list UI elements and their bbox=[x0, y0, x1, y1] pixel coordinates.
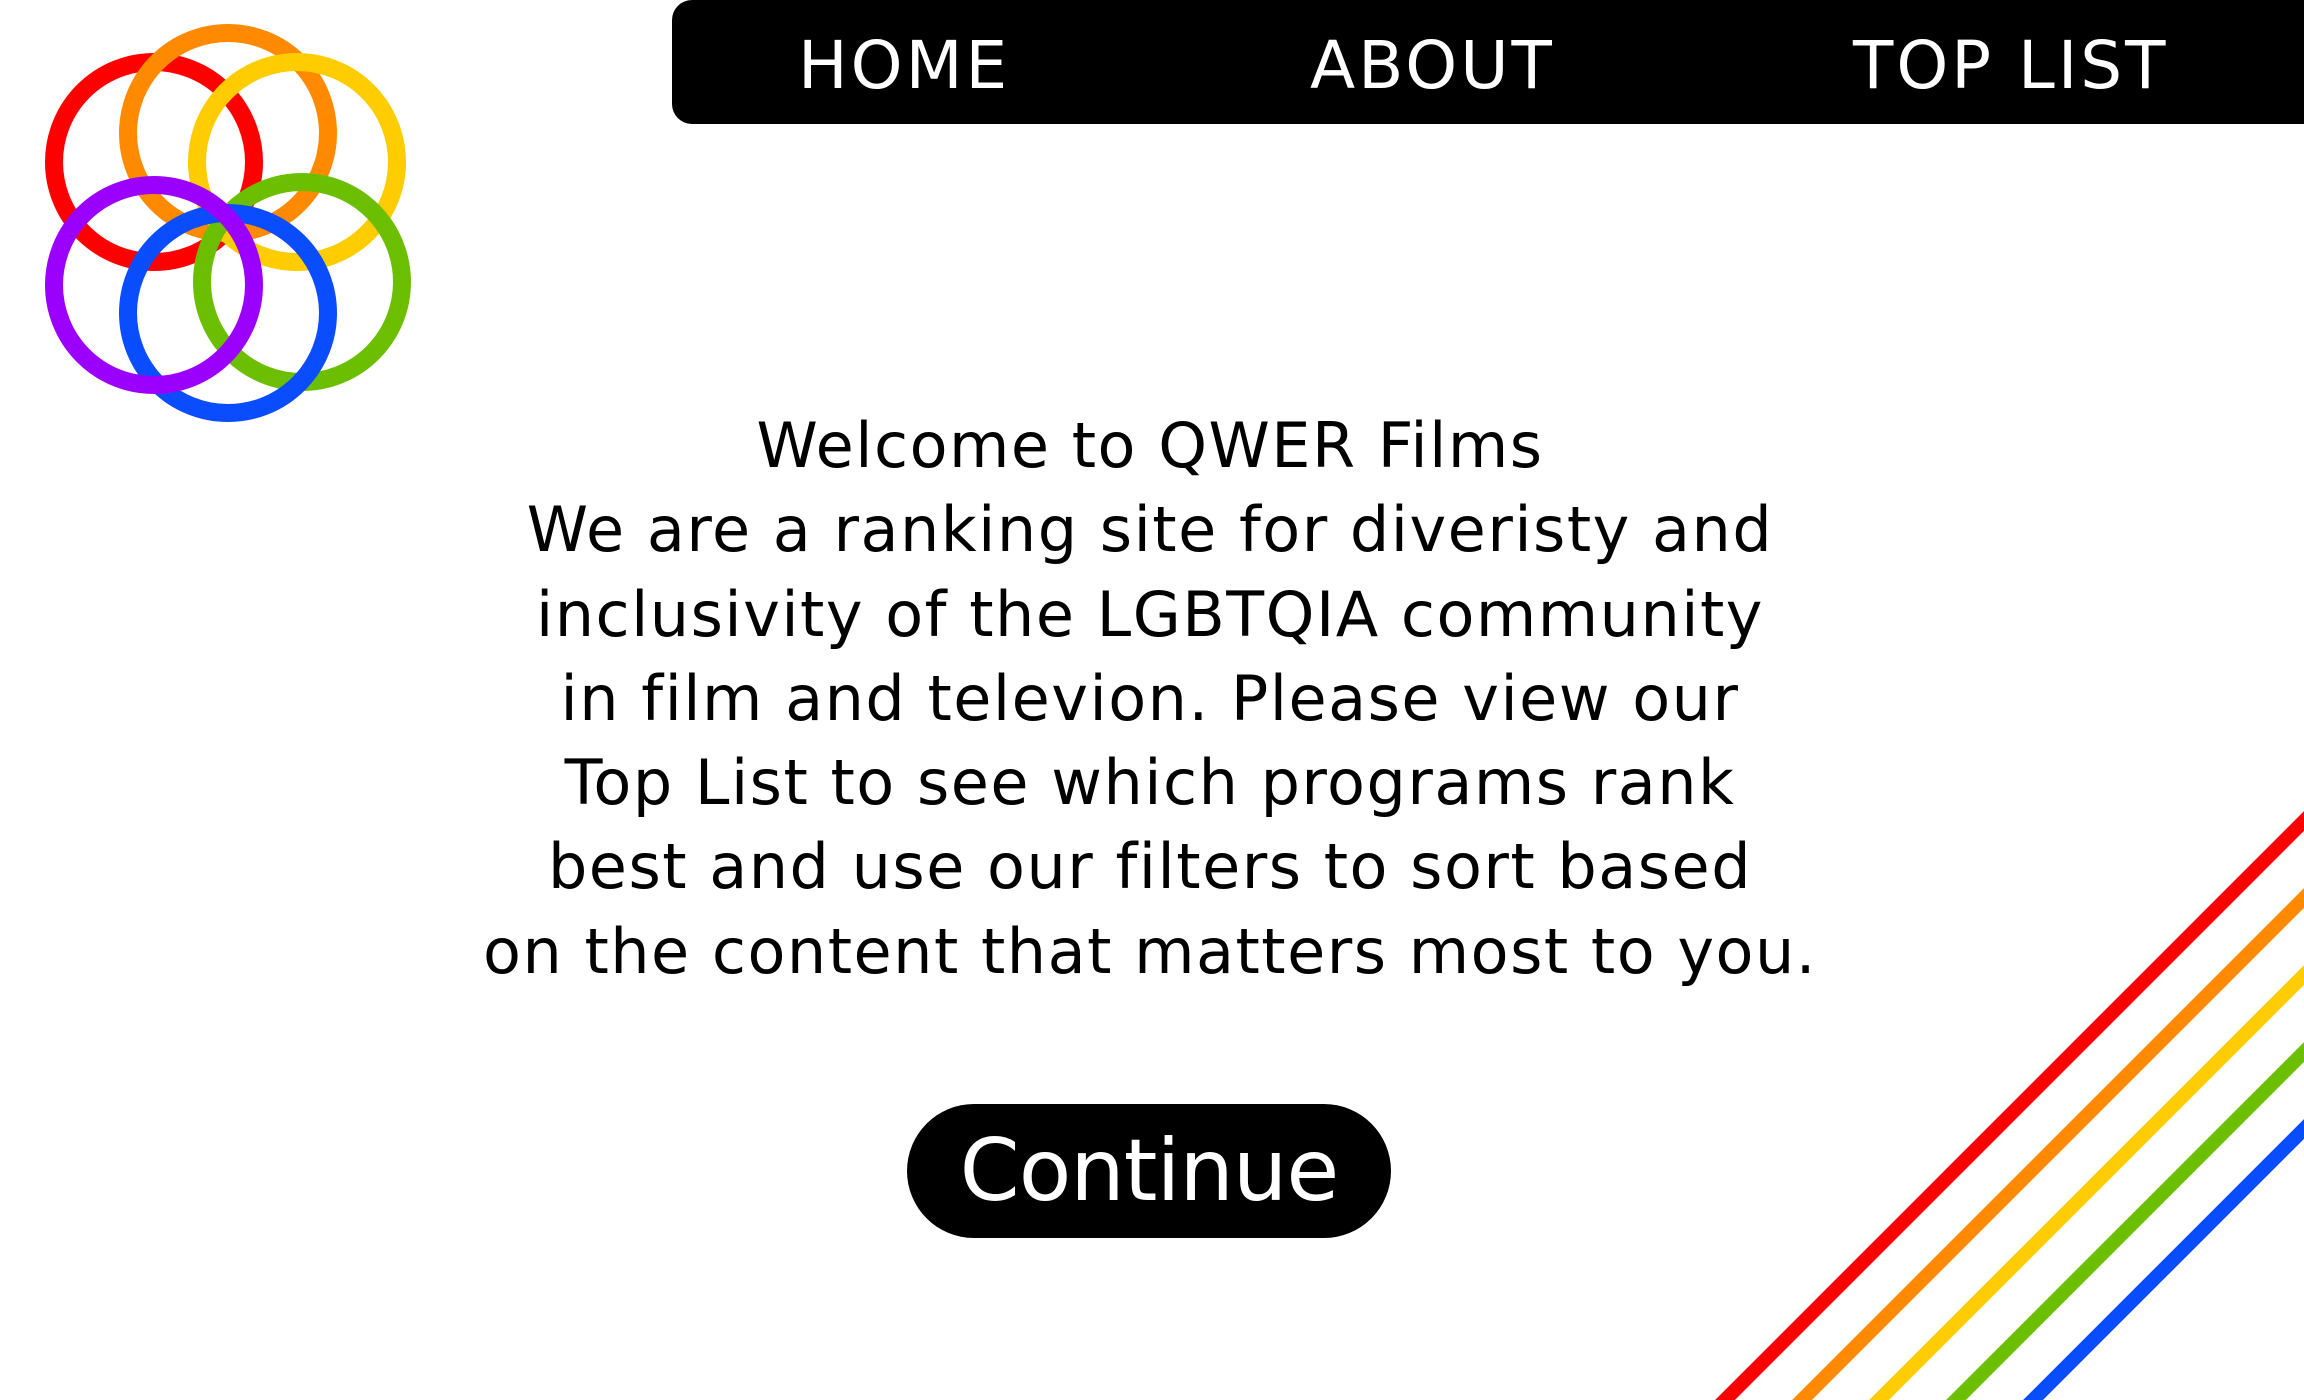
nav-home-link[interactable]: HOME bbox=[798, 0, 1010, 124]
top-navigation-bar: HOME ABOUT TOP LIST bbox=[672, 0, 2304, 124]
welcome-text-line: inclusivity of the LGBTQIA community bbox=[535, 577, 1765, 651]
welcome-message: Welcome to QWER Films We are a ranking s… bbox=[380, 404, 1920, 994]
nav-about-link[interactable]: ABOUT bbox=[1310, 0, 1555, 124]
welcome-heading: Welcome to QWER Films bbox=[756, 409, 1544, 482]
welcome-text-line: Top List to see which programs rank bbox=[564, 746, 1736, 820]
welcome-text-line: in film and televion. Please view our bbox=[560, 661, 1740, 735]
stripe-red bbox=[1715, 811, 2304, 1400]
nav-top-list-link[interactable]: TOP LIST bbox=[1853, 0, 2169, 124]
logo-ring-purple bbox=[45, 176, 263, 394]
rainbow-rings-logo-icon bbox=[45, 24, 411, 422]
welcome-text-line: best and use our filters to sort based bbox=[547, 830, 1753, 904]
welcome-text-line: We are a ranking site for diveristy and bbox=[526, 493, 1774, 567]
continue-button[interactable]: Continue bbox=[907, 1104, 1391, 1238]
welcome-text-line: on the content that matters most to you. bbox=[483, 914, 1817, 988]
rainbow-stripes-decoration bbox=[1715, 811, 2304, 1400]
